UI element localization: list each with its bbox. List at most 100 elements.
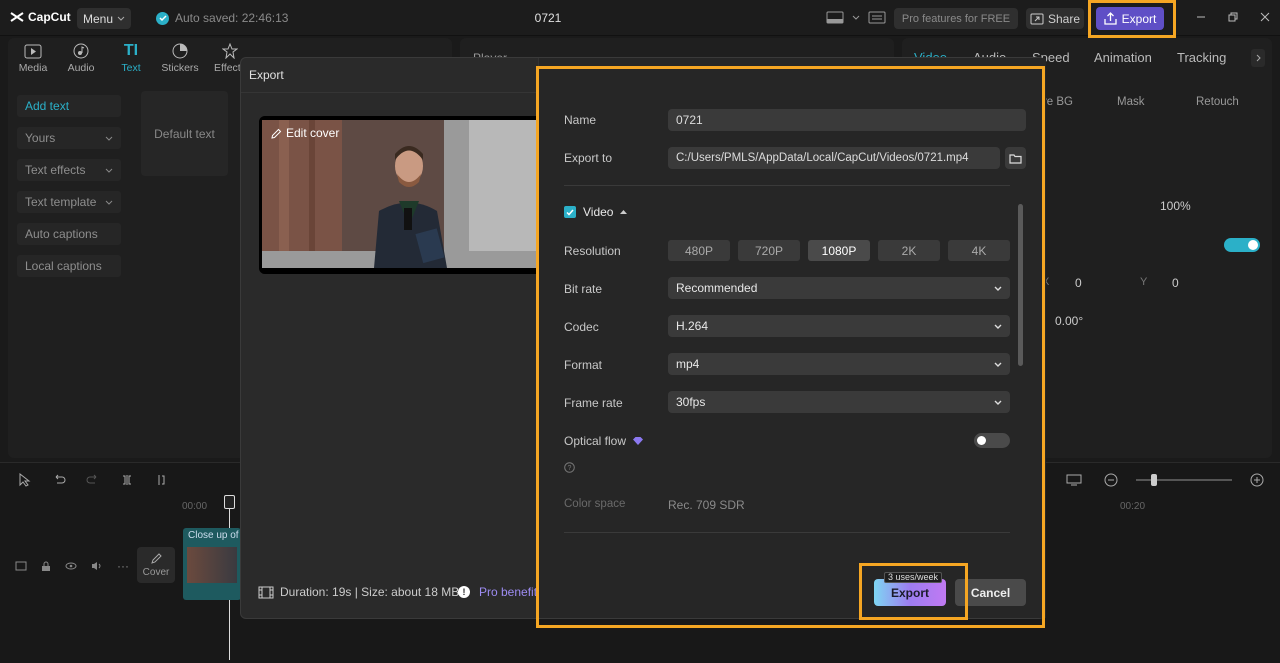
minimize-icon[interactable] — [1196, 12, 1206, 22]
name-input[interactable]: 0721 — [668, 109, 1026, 131]
sidebar-item-label: Text template — [25, 195, 97, 209]
duration-text: Duration: 19s | Size: about 18 MB — [280, 585, 460, 599]
resolution-2k[interactable]: 2K — [878, 240, 940, 261]
select-cursor-icon[interactable] — [18, 473, 32, 487]
edit-cover-button[interactable]: Edit cover — [271, 126, 339, 140]
default-text-preset[interactable]: Default text — [141, 91, 228, 176]
info-icon[interactable]: ! — [458, 586, 470, 598]
close-icon[interactable] — [1260, 12, 1270, 22]
subtab-retouch[interactable]: Retouch — [1196, 96, 1239, 108]
section-divider — [564, 185, 1010, 186]
zoom-in-icon[interactable] — [1250, 473, 1264, 487]
pencil-icon — [271, 128, 282, 139]
framerate-select[interactable]: 30fps — [668, 391, 1010, 413]
volume-icon[interactable] — [91, 561, 103, 571]
layout-icon[interactable] — [826, 11, 844, 24]
zoom-slider[interactable] — [1136, 474, 1232, 486]
browse-folder-button[interactable] — [1005, 147, 1026, 169]
chevron-down-icon[interactable] — [852, 15, 860, 20]
chevron-down-icon — [994, 400, 1002, 405]
pro-features-button[interactable]: Pro features for FREE — [894, 8, 1018, 29]
framerate-value: 30fps — [676, 395, 706, 409]
cancel-button[interactable]: Cancel — [955, 579, 1026, 606]
sidebar-item-auto-captions[interactable]: Auto captions — [17, 223, 121, 245]
format-label: Format — [564, 358, 603, 372]
bitrate-select[interactable]: Recommended — [668, 277, 1010, 299]
codec-value: H.264 — [676, 319, 709, 333]
resolution-1080p[interactable]: 1080P — [808, 240, 870, 261]
video-clip[interactable]: Close up of — [183, 528, 241, 600]
tool-label: Stickers — [161, 62, 199, 74]
preview-icon[interactable] — [1066, 474, 1082, 486]
resolution-720p[interactable]: 720P — [738, 240, 800, 261]
tool-label: Audio — [67, 62, 95, 74]
format-value: mp4 — [676, 357, 700, 371]
tool-text[interactable]: TI Text — [109, 42, 153, 74]
export-to-label: Export to — [564, 151, 613, 165]
diamond-pro-icon — [633, 437, 644, 445]
video-section-header[interactable]: Video — [564, 205, 628, 219]
film-icon — [258, 586, 274, 598]
tabs-scroll-right[interactable] — [1251, 49, 1265, 67]
cover-label: Cover — [142, 566, 170, 578]
sidebar-item-text-effects[interactable]: Text effects — [17, 159, 121, 181]
caret-up-icon — [620, 210, 628, 214]
framerate-label: Frame rate — [564, 396, 623, 410]
export-path-input[interactable]: C:/Users/PMLS/AppData/Local/CapCut/Video… — [668, 147, 1000, 169]
clip-label: Close up of — [188, 530, 239, 541]
rotate-value[interactable]: 0.00° — [1055, 314, 1083, 328]
restore-icon[interactable] — [1228, 12, 1238, 22]
sidebar-item-yours[interactable]: Yours — [17, 127, 121, 149]
tool-stickers[interactable]: Stickers — [158, 42, 202, 74]
tool-audio[interactable]: Audio — [59, 42, 103, 74]
cover-button[interactable]: Cover — [137, 547, 175, 583]
track-thumbnail-icon[interactable] — [15, 561, 27, 571]
edit-cover-label: Edit cover — [286, 126, 340, 140]
tab-tracking[interactable]: Tracking — [1177, 50, 1226, 65]
sidebar-item-add-text[interactable]: Add text — [17, 95, 121, 117]
resolution-4k[interactable]: 4K — [948, 240, 1010, 261]
bitrate-value: Recommended — [676, 281, 758, 295]
y-value[interactable]: 0 — [1172, 276, 1179, 290]
export-button[interactable]: Export — [874, 579, 946, 606]
x-value[interactable]: 0 — [1075, 276, 1082, 290]
redo-icon[interactable] — [86, 474, 100, 486]
format-select[interactable]: mp4 — [668, 353, 1010, 375]
undo-icon[interactable] — [52, 474, 66, 486]
uniform-scale-toggle[interactable] — [1224, 238, 1260, 252]
zoom-out-icon[interactable] — [1104, 473, 1118, 487]
optical-flow-label: Optical flow — [564, 434, 627, 448]
help-icon[interactable]: ? — [564, 462, 575, 473]
split-icon[interactable] — [120, 474, 134, 486]
upload-icon — [1104, 12, 1117, 25]
keyboard-icon[interactable] — [868, 11, 886, 24]
color-space-label: Color space — [564, 498, 626, 510]
tab-animation[interactable]: Animation — [1094, 50, 1152, 65]
optical-flow-toggle[interactable] — [974, 433, 1010, 448]
sidebar-item-label: Add text — [25, 99, 70, 113]
video-checkbox[interactable] — [564, 206, 576, 218]
trim-left-icon[interactable] — [154, 474, 168, 486]
export-top-button[interactable]: Export — [1096, 7, 1164, 30]
chevron-right-icon — [1256, 54, 1261, 62]
track-controls: ··· — [15, 559, 129, 573]
y-label: Y — [1140, 276, 1148, 288]
codec-select[interactable]: H.264 — [668, 315, 1010, 337]
subtab-mask[interactable]: Mask — [1117, 96, 1144, 108]
resolution-480p[interactable]: 480P — [668, 240, 730, 261]
chevron-down-icon — [994, 362, 1002, 367]
share-button[interactable]: Share — [1026, 8, 1084, 29]
lock-icon[interactable] — [41, 561, 51, 572]
sidebar-item-text-template[interactable]: Text template — [17, 191, 121, 213]
uses-badge: 3 uses/week — [884, 572, 943, 583]
settings-scrollbar[interactable] — [1018, 204, 1023, 366]
dialog-title: Export — [249, 68, 284, 82]
scale-value[interactable]: 100% — [1160, 199, 1191, 213]
section-divider — [564, 532, 1010, 533]
sidebar-item-local-captions[interactable]: Local captions — [17, 255, 121, 277]
playhead-handle[interactable] — [224, 495, 235, 509]
eye-icon[interactable] — [65, 562, 77, 570]
tool-label: Media — [18, 62, 48, 74]
tool-media[interactable]: Media — [11, 42, 55, 74]
more-icon[interactable]: ··· — [117, 559, 129, 573]
